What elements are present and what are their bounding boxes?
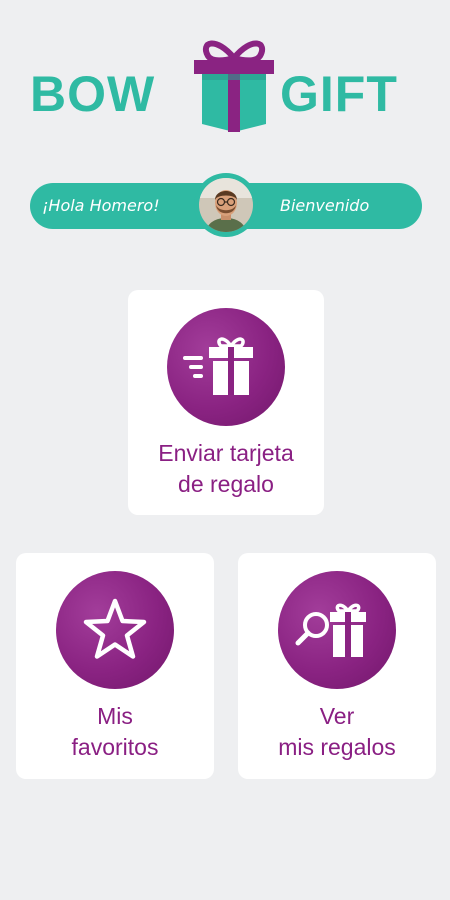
search-gift-icon-circle [278, 571, 396, 689]
send-gift-icon [183, 337, 253, 395]
logo-word-gift: GIFT [280, 66, 398, 122]
search-gift-icon [295, 603, 366, 657]
my-gifts-card-label: Ver mis regalos [278, 703, 396, 760]
greeting-hello-text: ¡Hola Homero! [42, 196, 160, 215]
app-logo: BOW GIFT [30, 34, 422, 134]
greeting-welcome-text: Bienvenido [280, 196, 370, 215]
star-icon-circle [56, 571, 174, 689]
favorites-card-button[interactable]: Mis favoritos [16, 553, 214, 779]
favorites-card-label: Mis favoritos [71, 703, 159, 760]
user-avatar[interactable] [194, 173, 258, 237]
send-gift-icon-circle [167, 308, 285, 426]
star-icon [83, 598, 147, 659]
gift-box-icon [194, 40, 274, 132]
logo-word-bow: BOW [30, 66, 156, 122]
avatar-photo [199, 178, 253, 232]
send-gift-card-label: Enviar tarjeta de regalo [158, 440, 294, 497]
my-gifts-card-button[interactable]: Ver mis regalos [238, 553, 436, 779]
send-gift-card-button[interactable]: Enviar tarjeta de regalo [128, 290, 324, 515]
